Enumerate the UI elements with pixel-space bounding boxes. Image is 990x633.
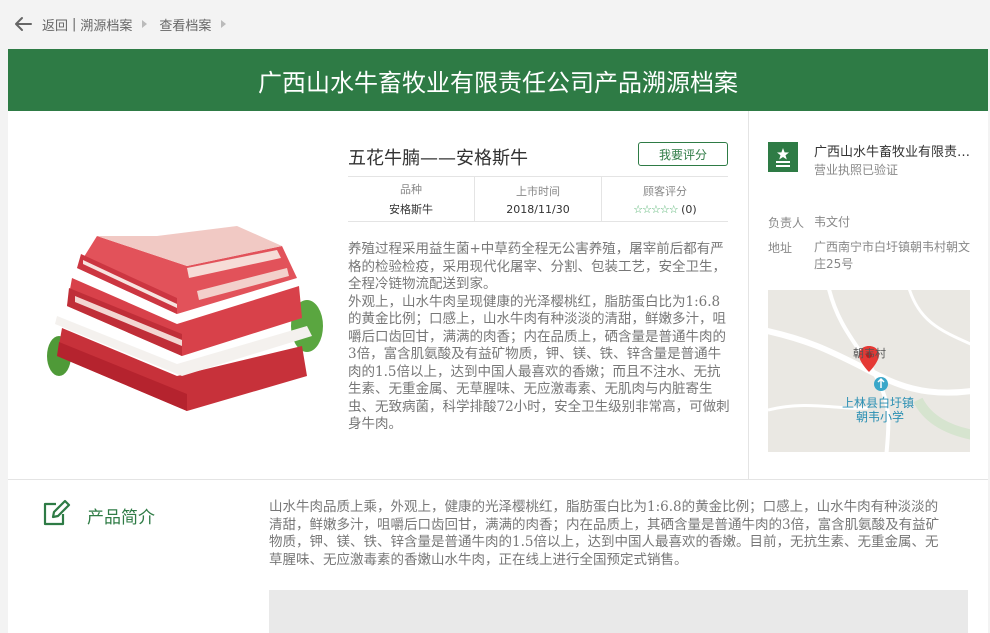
breadcrumb-traceability[interactable]: 溯源档案 (80, 15, 132, 34)
triangle-right-icon (221, 20, 227, 28)
triangle-right-icon (142, 20, 148, 28)
owner-label: 负责人 (768, 216, 805, 230)
map-canvas (768, 290, 970, 452)
star-flag-icon (768, 142, 798, 172)
divider (748, 111, 749, 479)
archive-card: 五花牛腩——安格斯牛 我要评分 品种 安格斯牛 上市时间 2018/11/30 … (8, 111, 988, 633)
product-description: 养殖过程采用益生菌+中草药全程无公害养殖，屠宰前后都有严格的检验检疫，采用现代化… (348, 241, 732, 434)
meta-customer-rating: 顾客评分 ☆☆☆☆☆ (0) (601, 177, 728, 221)
product-meta: 品种 安格斯牛 上市时间 2018/11/30 顾客评分 ☆☆☆☆☆ (0) (348, 176, 728, 222)
address-value: 广西南宁市白圩镇朝韦村朝文庄25号 (814, 240, 971, 271)
breadcrumb-view-archive[interactable]: 查看档案 (159, 15, 211, 34)
page-title: 广西山水牛畜牧业有限责任公司产品溯源档案 (258, 68, 738, 97)
location-map[interactable]: 朝韦村 上林县白圩镇 朝韦小学 (768, 290, 970, 452)
divider (8, 479, 988, 480)
top-navigation: 返回 | 溯源档案 查看档案 (0, 0, 990, 48)
rate-button[interactable]: 我要评分 (638, 142, 728, 166)
media-placeholder (269, 590, 968, 633)
edit-note-icon (43, 499, 71, 526)
address-row: 地址 广西南宁市白圩镇朝韦村朝文庄25号 (768, 239, 970, 273)
rating-value: ☆☆☆☆☆ (0) (633, 203, 696, 216)
meta-value: 安格斯牛 (389, 203, 433, 216)
star-rating-icon[interactable]: ☆☆☆☆☆ (633, 203, 678, 216)
rating-count: (0) (681, 202, 697, 216)
product-name: 五花牛腩——安格斯牛 (348, 148, 528, 169)
map-label-village: 朝韦村 (853, 347, 886, 360)
breadcrumb-divider: | (72, 16, 77, 32)
page-title-banner: 广西山水牛畜牧业有限责任公司产品溯源档案 (8, 49, 988, 111)
back-link[interactable]: 返回 (42, 15, 68, 34)
meta-launch-date: 上市时间 2018/11/30 (474, 177, 601, 221)
owner-row: 负责人 韦文付 (768, 214, 970, 231)
owner-value: 韦文付 (814, 215, 851, 229)
section-title: 产品简介 (87, 508, 155, 528)
section-intro-text: 山水牛肉品质上乘，外观上，健康的光泽樱桃红，脂肪蛋白比为1:6.8的黄金比例；口… (269, 499, 940, 568)
meta-label: 品种 (400, 183, 422, 196)
product-image (37, 206, 327, 428)
address-label: 地址 (768, 241, 793, 255)
meta-value: 2018/11/30 (506, 202, 570, 216)
description-paragraph: 外观上，山水牛肉呈现健康的光泽樱桃红，脂肪蛋白比为1:6.8的黄金比例；口感上，… (348, 293, 730, 433)
meta-variety: 品种 安格斯牛 (348, 177, 474, 221)
meta-label: 上市时间 (516, 184, 560, 198)
meta-label: 顾客评分 (643, 184, 687, 198)
license-verified: 营业执照已验证 (814, 163, 899, 177)
map-label-school-2: 朝韦小学 (856, 410, 905, 424)
description-paragraph: 养殖过程采用益生菌+中草药全程无公害养殖，屠宰前后都有严格的检验检疫，采用现代化… (348, 241, 726, 292)
arrow-left-icon[interactable] (12, 13, 34, 35)
company-name[interactable]: 广西山水牛畜牧业有限责任公司 (814, 141, 974, 160)
